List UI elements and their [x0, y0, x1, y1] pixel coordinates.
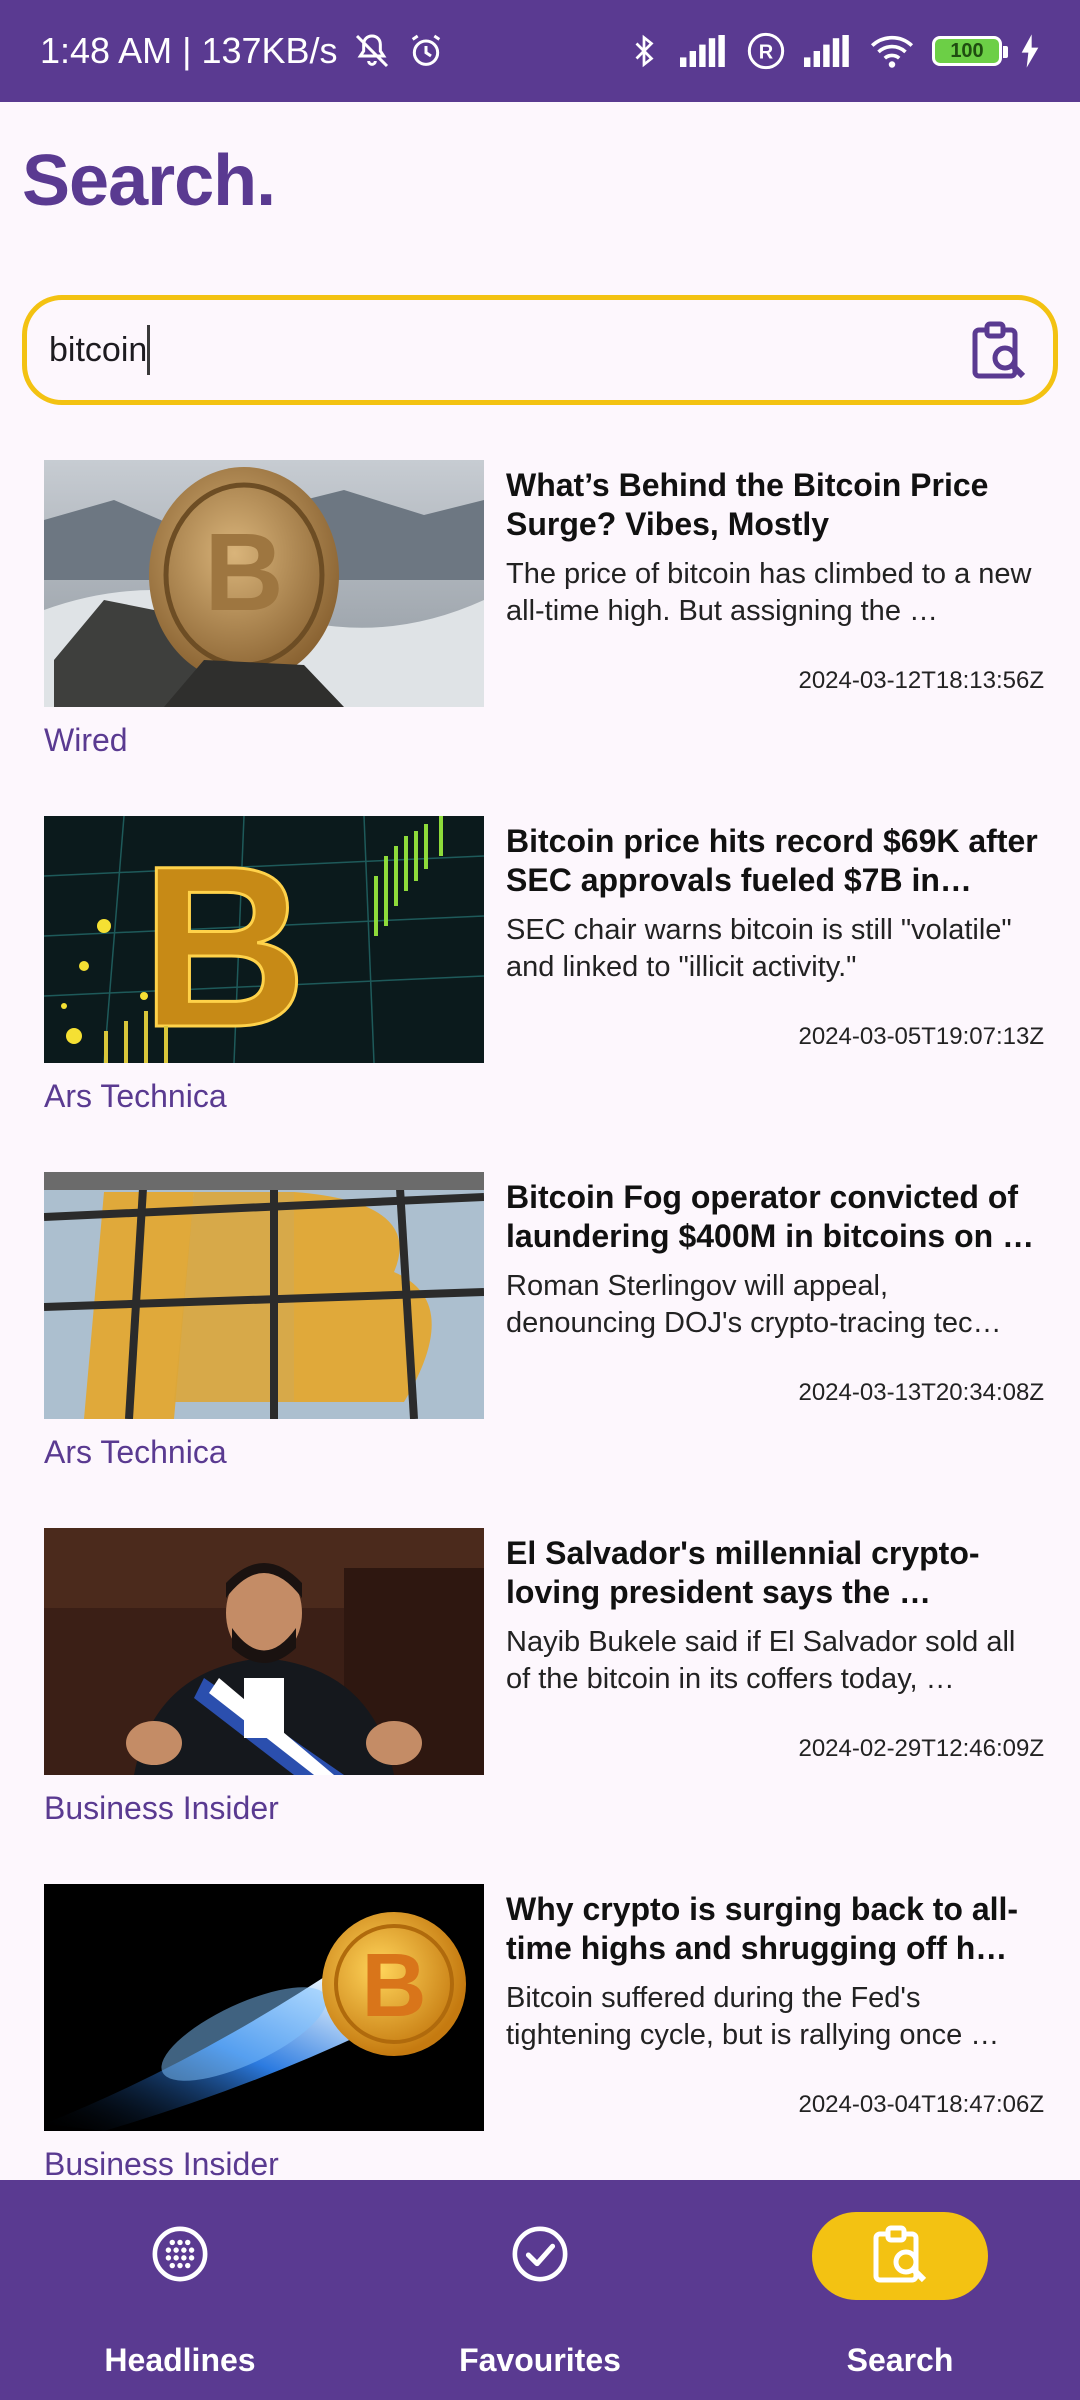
- article-source: Ars Technica: [44, 1078, 227, 1114]
- bitcoin-comet-image: B: [44, 1884, 484, 2131]
- search-input[interactable]: bitcoin: [49, 320, 967, 380]
- signal-icon: [804, 33, 852, 69]
- search-box[interactable]: bitcoin: [22, 295, 1058, 405]
- search-value: bitcoin: [49, 330, 148, 369]
- nav-icon-container-active: [812, 2212, 988, 2300]
- text-caret: [147, 325, 151, 375]
- bottom-navigation: Headlines Favourites Search: [0, 2180, 1080, 2400]
- article-description: Bitcoin suffered during the Fed's tighte…: [506, 1982, 1000, 2051]
- nav-label: Search: [846, 2342, 954, 2378]
- bitcoin-window-image: [44, 1172, 484, 1419]
- wifi-icon: [870, 33, 914, 69]
- nav-icon-container: [92, 2212, 268, 2300]
- article-list[interactable]: B What’s Behind the Bitcoin Price Surge?…: [0, 460, 1080, 2180]
- article-card[interactable]: El Salvador's millennial crypto-loving p…: [44, 1528, 1044, 1858]
- nav-label: Headlines: [104, 2342, 256, 2378]
- svg-text:B: B: [362, 1936, 427, 2036]
- article-title[interactable]: El Salvador's millennial crypto-loving p…: [506, 1534, 1046, 1612]
- nav-item-favourites[interactable]: Favourites: [390, 2180, 690, 2400]
- mute-icon: [352, 31, 392, 71]
- bluetooth-icon: [626, 31, 662, 71]
- article-source: Wired: [44, 722, 128, 758]
- clipboard-search-icon: [872, 2224, 928, 2289]
- nav-label: Favourites: [459, 2342, 621, 2378]
- svg-text:R: R: [759, 42, 774, 64]
- article-card[interactable]: B Bitcoin price hits record $69K after S…: [44, 816, 1044, 1146]
- article-date: 2024-03-04T18:47:06Z: [798, 2091, 1044, 2118]
- battery-icon: 100: [932, 36, 1008, 66]
- page-title: Search.: [22, 141, 276, 221]
- article-date: 2024-03-12T18:13:56Z: [798, 667, 1044, 694]
- clipboard-search-icon[interactable]: [967, 318, 1031, 382]
- signal-icon: [680, 33, 728, 69]
- nav-icon-container: [452, 2212, 628, 2300]
- article-title[interactable]: What’s Behind the Bitcoin Price Surge? V…: [506, 466, 1046, 544]
- grid-dots-icon: [151, 2225, 209, 2288]
- article-source: Ars Technica: [44, 1434, 227, 1470]
- article-description: Nayib Bukele said if El Salvador sold al…: [506, 1626, 1016, 1695]
- article-title[interactable]: Bitcoin Fog operator convicted of launde…: [506, 1178, 1046, 1256]
- article-description: SEC chair warns bitcoin is still "volati…: [506, 914, 1012, 983]
- battery-level: 100: [950, 39, 984, 62]
- status-time-speed: 1:48 AM | 137KB/s: [40, 30, 338, 71]
- check-circle-icon: [511, 2225, 569, 2288]
- status-bar: 1:48 AM | 137KB/s R 100: [0, 0, 1080, 102]
- article-description: The price of bitcoin has climbed to a ne…: [506, 558, 1032, 627]
- article-title[interactable]: Bitcoin price hits record $69K after SEC…: [506, 822, 1046, 900]
- article-date: 2024-03-13T20:34:08Z: [798, 1379, 1044, 1406]
- charging-icon: [1020, 33, 1040, 69]
- article-card[interactable]: B Why crypto is surging back to all-time…: [44, 1884, 1044, 2180]
- bitcoin-coin-on-rock-image: B: [44, 460, 484, 707]
- president-photo-image: [44, 1528, 484, 1775]
- article-source: Business Insider: [44, 1790, 279, 1826]
- article-date: 2024-03-05T19:07:13Z: [798, 1023, 1044, 1050]
- roaming-icon: R: [746, 31, 786, 71]
- nav-item-search[interactable]: Search: [750, 2180, 1050, 2400]
- nav-item-headlines[interactable]: Headlines: [30, 2180, 330, 2400]
- bitcoin-chart-image: B: [44, 816, 484, 1063]
- article-card[interactable]: B What’s Behind the Bitcoin Price Surge?…: [44, 460, 1044, 790]
- article-title[interactable]: Why crypto is surging back to all-time h…: [506, 1890, 1046, 1968]
- article-description: Roman Sterlingov will appeal, denouncing…: [506, 1270, 1002, 1339]
- article-source: Business Insider: [44, 2146, 279, 2180]
- svg-text:B: B: [204, 511, 283, 634]
- article-date: 2024-02-29T12:46:09Z: [798, 1735, 1044, 1762]
- alarm-icon: [406, 31, 446, 71]
- article-card[interactable]: Bitcoin Fog operator convicted of launde…: [44, 1172, 1044, 1502]
